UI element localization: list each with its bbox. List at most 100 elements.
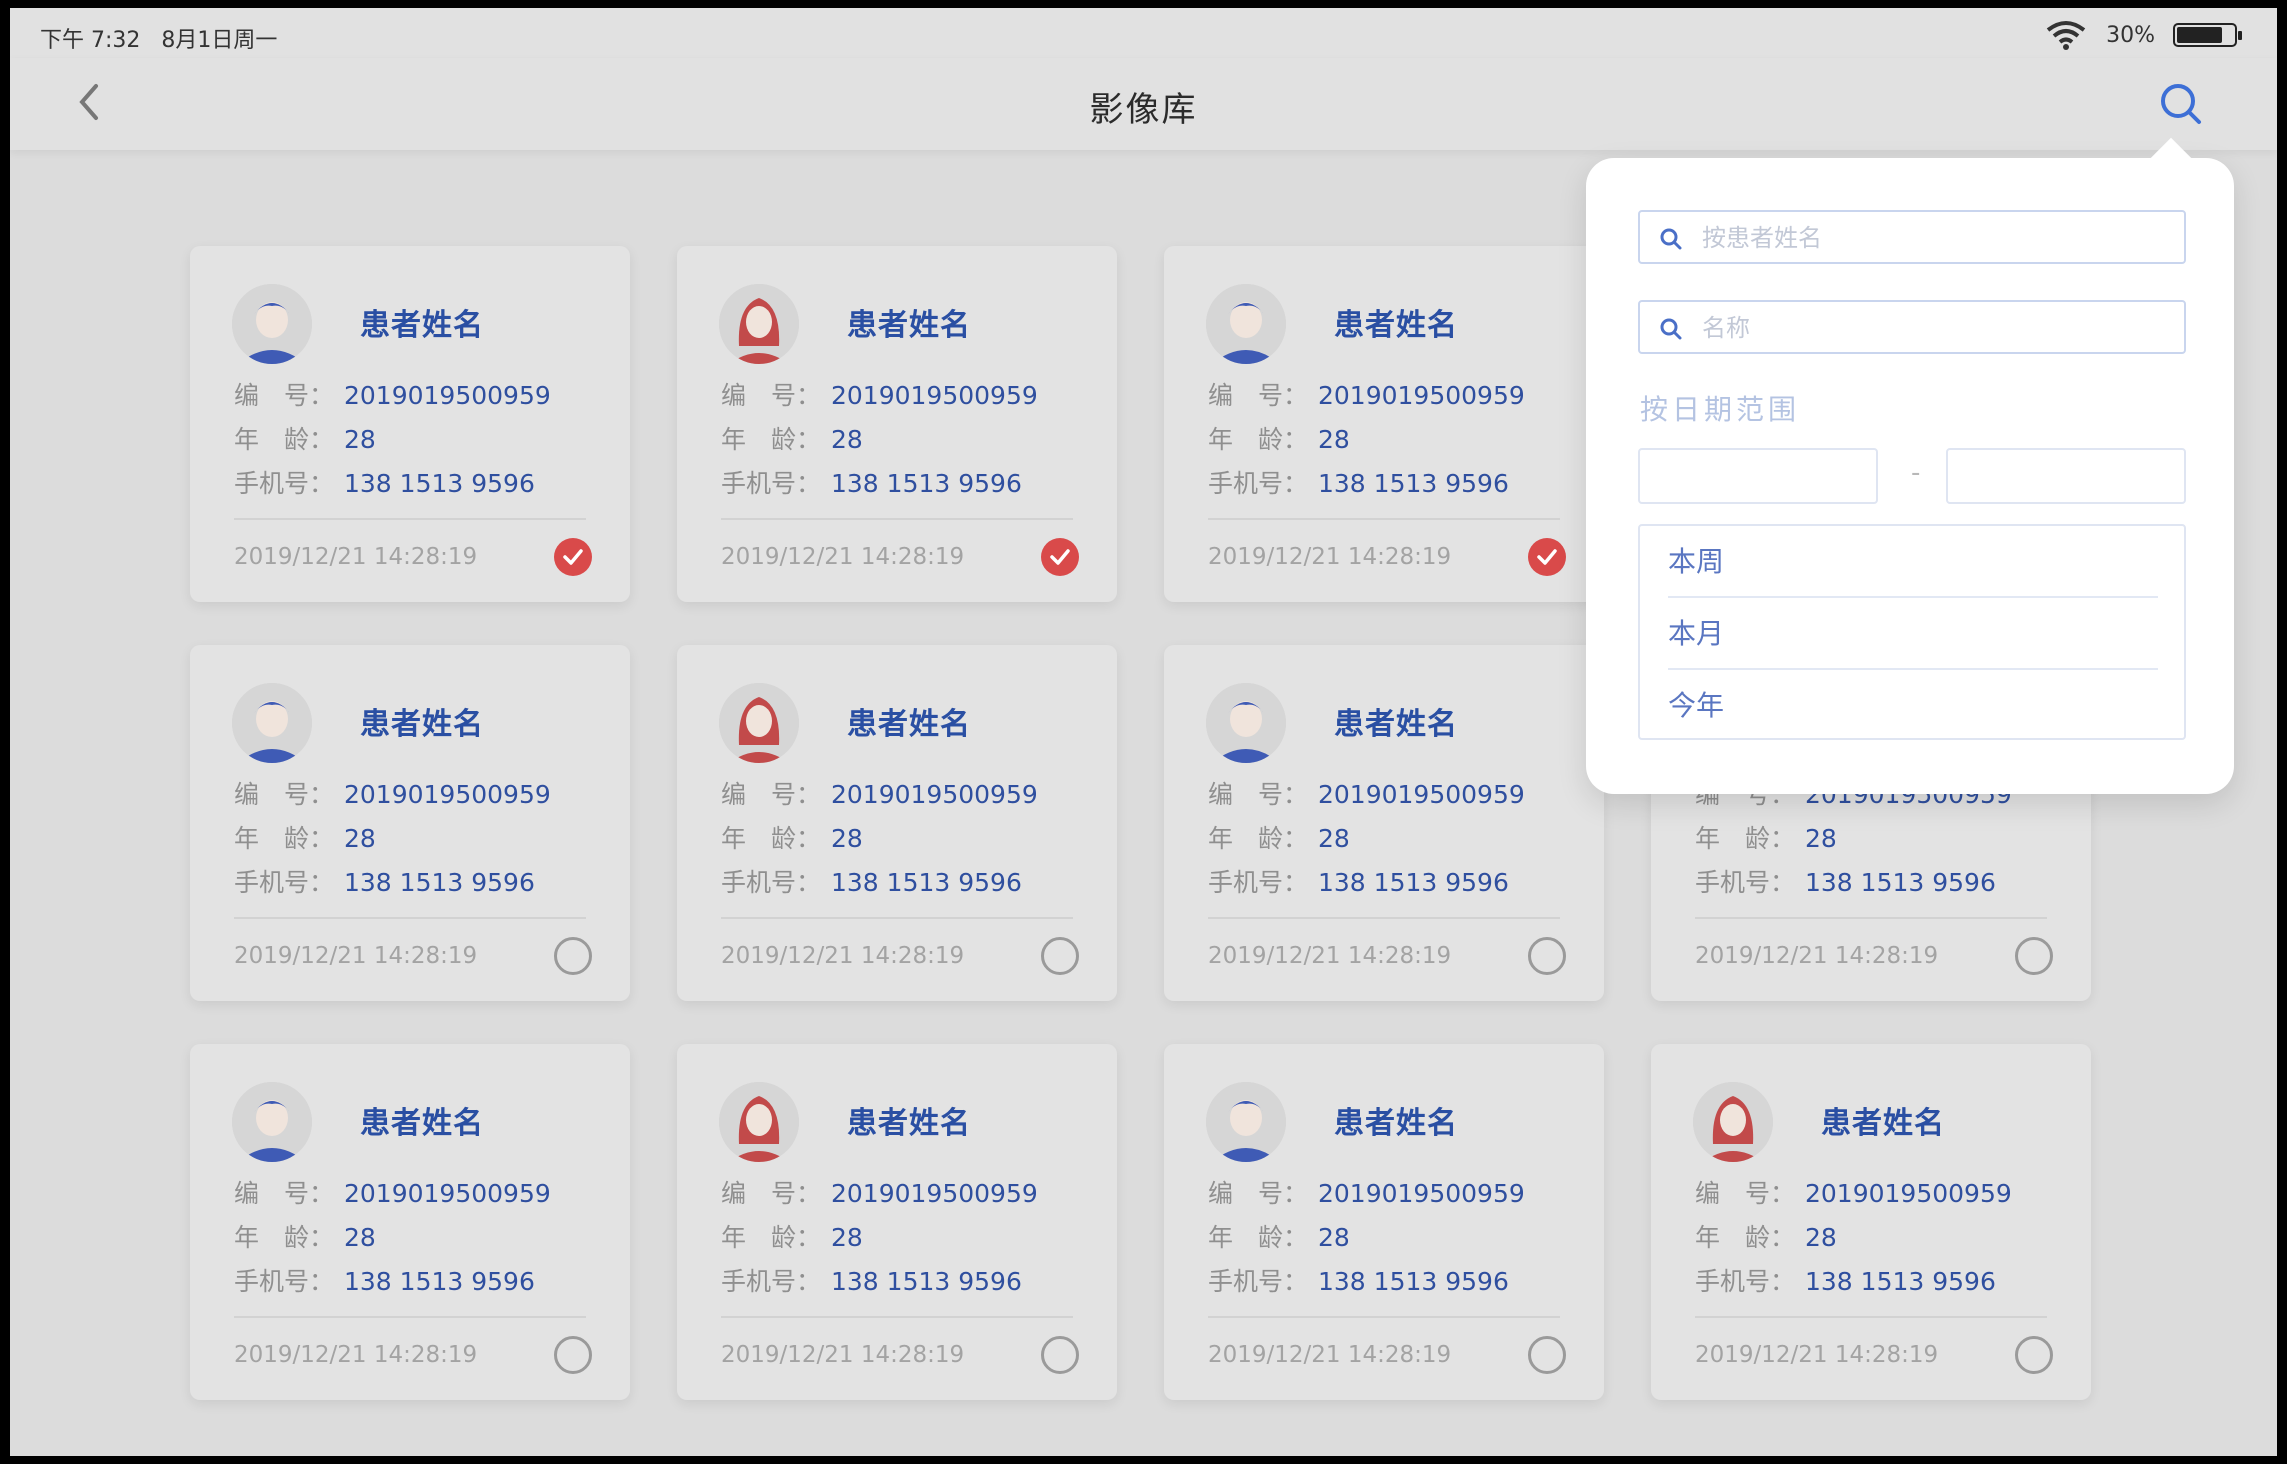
patient-id-row: 编 号： 2019019500959	[721, 376, 1038, 412]
patient-id: 2019019500959	[1318, 1179, 1525, 1208]
patient-age-row: 年 龄： 28	[1695, 1218, 1837, 1254]
status-indicators: 30%	[2044, 20, 2242, 50]
patient-phone-label: 手机号：	[1208, 868, 1309, 897]
patient-id: 2019019500959	[831, 381, 1038, 410]
patient-name: 患者姓名	[1334, 1106, 1458, 1141]
patient-age-label: 年 龄：	[1208, 425, 1309, 454]
patient-phone: 138 1513 9596	[1318, 469, 1509, 498]
female-avatar-icon	[719, 1082, 799, 1162]
patient-age-row: 年 龄： 28	[1208, 420, 1350, 456]
patient-phone: 138 1513 9596	[344, 469, 535, 498]
quick-range-list: 本周 本月 今年	[1638, 524, 2186, 740]
patient-card[interactable]: 患者姓名 编 号： 2019019500959 年 龄： 28 手机号： 138 15…	[1164, 246, 1604, 602]
capture-time: 2019/12/21 14:28:19	[1695, 1342, 1939, 1368]
patient-age-row: 年 龄： 28	[1695, 819, 1837, 855]
patient-id: 2019019500959	[1805, 1179, 2012, 1208]
clock: 下午 7:32	[40, 28, 141, 53]
patient-age-row: 年 龄： 28	[721, 819, 863, 855]
patient-phone-label: 手机号：	[1695, 868, 1796, 897]
capture-time: 2019/12/21 14:28:19	[721, 544, 965, 570]
search-popover: 按日期范围 - 本周 本月 今年	[1586, 137, 2234, 794]
unchecked-circle-icon[interactable]	[2015, 1336, 2053, 1374]
battery-percent: 30%	[2106, 22, 2155, 48]
patient-age: 28	[831, 425, 863, 454]
patient-card[interactable]: 患者姓名 编 号： 2019019500959 年 龄： 28 手机号： 138 15…	[1164, 645, 1604, 1001]
patient-name: 患者姓名	[360, 1106, 484, 1141]
patient-card[interactable]: 患者姓名 编 号： 2019019500959 年 龄： 28 手机号： 138 15…	[190, 246, 630, 602]
patient-age: 28	[1318, 1223, 1350, 1252]
patient-phone-row: 手机号： 138 1513 9596	[1208, 464, 1509, 500]
start-date-field[interactable]	[1638, 448, 1878, 504]
patient-phone-label: 手机号：	[234, 1267, 335, 1296]
card-divider	[1208, 518, 1560, 520]
unchecked-circle-icon[interactable]	[554, 937, 592, 975]
patient-card[interactable]: 患者姓名 编 号： 2019019500959 年 龄： 28 手机号： 138 15…	[190, 1044, 630, 1400]
patient-name: 患者姓名	[1334, 308, 1458, 343]
quick-range-this-week[interactable]: 本周	[1668, 526, 2158, 598]
patient-name: 患者姓名	[360, 308, 484, 343]
patient-card[interactable]: 患者姓名 编 号： 2019019500959 年 龄： 28 手机号： 138 15…	[190, 645, 630, 1001]
quick-range-this-year[interactable]: 今年	[1668, 670, 2158, 742]
patient-age-label: 年 龄：	[1695, 824, 1796, 853]
patient-name: 患者姓名	[1334, 707, 1458, 742]
patient-id-label: 编 号：	[234, 1179, 335, 1208]
patient-phone: 138 1513 9596	[1318, 1267, 1509, 1296]
male-avatar-icon	[1206, 1082, 1286, 1162]
patient-name: 患者姓名	[847, 707, 971, 742]
patient-phone-row: 手机号： 138 1513 9596	[721, 863, 1022, 899]
name-search-field[interactable]	[1638, 300, 2186, 354]
patient-age: 28	[831, 1223, 863, 1252]
patient-phone: 138 1513 9596	[831, 868, 1022, 897]
date: 8月1日周一	[161, 28, 278, 53]
patient-phone-row: 手机号： 138 1513 9596	[1208, 863, 1509, 899]
patient-id-label: 编 号：	[234, 780, 335, 809]
unchecked-circle-icon[interactable]	[1041, 937, 1079, 975]
quick-range-this-month[interactable]: 本月	[1668, 598, 2158, 670]
patient-phone: 138 1513 9596	[1318, 868, 1509, 897]
patient-id-row: 编 号： 2019019500959	[234, 376, 551, 412]
patient-id-row: 编 号： 2019019500959	[721, 775, 1038, 811]
patient-phone-row: 手机号： 138 1513 9596	[1208, 1262, 1509, 1298]
card-divider	[721, 917, 1073, 919]
patient-id-label: 编 号：	[721, 1179, 822, 1208]
patient-phone: 138 1513 9596	[344, 1267, 535, 1296]
unchecked-circle-icon[interactable]	[554, 1336, 592, 1374]
patient-id-row: 编 号： 2019019500959	[721, 1174, 1038, 1210]
patient-phone-label: 手机号：	[234, 868, 335, 897]
patient-age: 28	[1805, 824, 1837, 853]
patient-age-row: 年 龄： 28	[1208, 1218, 1350, 1254]
patient-age: 28	[1805, 1223, 1837, 1252]
unchecked-circle-icon[interactable]	[2015, 937, 2053, 975]
male-avatar-icon	[232, 683, 312, 763]
unchecked-circle-icon[interactable]	[1041, 1336, 1079, 1374]
patient-id-row: 编 号： 2019019500959	[234, 775, 551, 811]
patient-card[interactable]: 患者姓名 编 号： 2019019500959 年 龄： 28 手机号： 138 15…	[1651, 1044, 2091, 1400]
unchecked-circle-icon[interactable]	[1528, 1336, 1566, 1374]
patient-age-label: 年 龄：	[721, 1223, 822, 1252]
search-button[interactable]	[2157, 80, 2205, 128]
patient-age-label: 年 龄：	[234, 1223, 335, 1252]
patient-phone: 138 1513 9596	[344, 868, 535, 897]
patient-name: 患者姓名	[847, 1106, 971, 1141]
capture-time: 2019/12/21 14:28:19	[1208, 943, 1452, 969]
patient-card[interactable]: 患者姓名 编 号： 2019019500959 年 龄： 28 手机号： 138 15…	[677, 246, 1117, 602]
patient-card[interactable]: 患者姓名 编 号： 2019019500959 年 龄： 28 手机号： 138 15…	[1164, 1044, 1604, 1400]
end-date-field[interactable]	[1946, 448, 2186, 504]
patient-phone-label: 手机号：	[1208, 469, 1309, 498]
unchecked-circle-icon[interactable]	[1528, 937, 1566, 975]
name-input[interactable]	[1702, 310, 2172, 346]
patient-name-input[interactable]	[1702, 220, 2172, 256]
card-divider	[1695, 917, 2047, 919]
card-divider	[234, 1316, 586, 1318]
patient-card[interactable]: 患者姓名 编 号： 2019019500959 年 龄： 28 手机号： 138 15…	[677, 645, 1117, 1001]
patient-phone: 138 1513 9596	[1805, 1267, 1996, 1296]
patient-name-search-field[interactable]	[1638, 210, 2186, 264]
search-icon	[1660, 228, 1682, 250]
checked-circle-icon[interactable]	[554, 538, 592, 576]
male-avatar-icon	[232, 284, 312, 364]
patient-id-label: 编 号：	[234, 381, 335, 410]
patient-card[interactable]: 患者姓名 编 号： 2019019500959 年 龄： 28 手机号： 138 15…	[677, 1044, 1117, 1400]
checked-circle-icon[interactable]	[1528, 538, 1566, 576]
patient-id: 2019019500959	[1318, 780, 1525, 809]
checked-circle-icon[interactable]	[1041, 538, 1079, 576]
